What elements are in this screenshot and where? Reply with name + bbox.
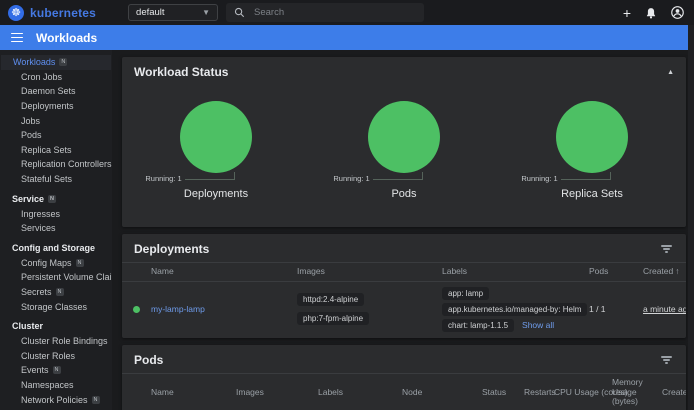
image-chip: httpd:2.4-alpine [297, 293, 364, 306]
replica-sets-pie [556, 101, 628, 173]
sidebar-section-cluster: Cluster [0, 319, 112, 334]
deployments-card-title: Deployments [134, 242, 209, 256]
col-memory-usage[interactable]: Memory Usage (bytes) [612, 378, 662, 407]
col-images[interactable]: Images [297, 267, 442, 277]
collapse-caret-icon[interactable]: ▲ [667, 69, 674, 76]
sidebar-item-cron-jobs[interactable]: Cron Jobs [0, 70, 112, 85]
kubernetes-logo-icon[interactable]: ☸ [8, 5, 24, 21]
page-toolbar: Workloads [0, 25, 688, 50]
sidebar-item-network-policies[interactable]: Network Policies N [0, 392, 112, 407]
main-content: Workload Status ▲ Running: 1 Deployments… [112, 50, 694, 410]
sidebar-item-ingresses[interactable]: Ingresses [0, 206, 112, 221]
col-pods[interactable]: Pods [589, 267, 643, 277]
sidebar-item-replication-controllers[interactable]: Replication Controllers [0, 157, 112, 172]
workload-status-card: Workload Status ▲ Running: 1 Deployments… [122, 57, 686, 227]
sidebar-section-config-and-storage: Config and Storage [0, 241, 112, 256]
pods-chart-title: Pods [391, 188, 416, 200]
col-created[interactable]: Created↑ [643, 267, 686, 277]
deployments-pie [180, 101, 252, 173]
menu-hamburger-icon[interactable] [11, 33, 23, 43]
namespaced-badge: N [53, 366, 61, 374]
col-status[interactable]: Status [482, 388, 524, 398]
label-chip: app: lamp [442, 287, 489, 300]
created-timestamp: a minute ago [643, 304, 686, 314]
top-app-bar: ☸ kubernetes default ▼ + [0, 0, 694, 25]
namespaced-badge: N [56, 288, 64, 296]
sidebar-item-config-maps[interactable]: Config Maps N [0, 256, 112, 271]
create-resource-plus-icon[interactable]: + [623, 8, 631, 18]
pods-pie-chart: Running: 1 Pods [310, 101, 498, 200]
pods-pie [368, 101, 440, 173]
deployments-chart-title: Deployments [184, 188, 248, 200]
replica-sets-chart-title: Replica Sets [561, 188, 623, 200]
page-title: Workloads [36, 31, 97, 45]
col-cpu-usage[interactable]: CPU Usage (cores) [554, 388, 612, 398]
connector-line [561, 172, 611, 180]
connector-line [185, 172, 235, 180]
search-bar[interactable] [226, 3, 424, 22]
deployments-status-label: Running: 1 [145, 174, 181, 183]
replica-sets-pie-chart: Running: 1 Replica Sets [498, 101, 686, 200]
sidebar-item-cluster-role-bindings[interactable]: Cluster Role Bindings [0, 334, 112, 349]
col-created[interactable]: Created↑ [662, 388, 686, 398]
show-all-link[interactable]: Show all [522, 320, 554, 330]
col-node[interactable]: Node [402, 388, 482, 398]
sidebar-item-deployments[interactable]: Deployments [0, 99, 112, 114]
sort-ascending-icon: ↑ [675, 266, 679, 276]
label-chip: chart: lamp-1.1.5 [442, 319, 514, 332]
filter-icon[interactable] [659, 354, 674, 366]
sidebar-item-secrets[interactable]: Secrets N [0, 285, 112, 300]
namespaced-badge: N [92, 396, 100, 404]
label-chip: app.kubernetes.io/managed-by: Helm [442, 303, 587, 316]
sidebar-item-storage-classes[interactable]: Storage Classes [0, 299, 112, 314]
page-scrollbar[interactable] [688, 25, 694, 410]
notifications-bell-icon[interactable] [645, 7, 657, 19]
namespaced-badge: N [59, 58, 67, 66]
sidebar-item-daemon-sets[interactable]: Daemon Sets [0, 84, 112, 99]
namespace-selector[interactable]: default ▼ [128, 4, 218, 21]
replica-sets-status-label: Running: 1 [521, 174, 557, 183]
namespaced-badge: N [48, 195, 56, 203]
image-chip: php:7-fpm-alpine [297, 312, 369, 325]
pods-table-header: Name Images Labels Node Status Restarts … [122, 373, 686, 410]
col-labels[interactable]: Labels [442, 267, 589, 277]
deployment-row[interactable]: my-lamp-lamp httpd:2.4-alpine php:7-fpm-… [122, 282, 686, 338]
sidebar-item-services[interactable]: Services [0, 221, 112, 236]
sidebar-item-stateful-sets[interactable]: Stateful Sets [0, 172, 112, 187]
search-input[interactable] [254, 7, 416, 18]
deployments-table-header: Name Images Labels Pods Created↑ [122, 262, 686, 282]
pods-card: Pods Name Images Labels Node Status Rest… [122, 345, 686, 410]
sidebar-item-replica-sets[interactable]: Replica Sets [0, 143, 112, 158]
filter-icon[interactable] [659, 243, 674, 255]
namespace-selected-value: default [136, 7, 165, 18]
sidebar-item-cluster-roles[interactable]: Cluster Roles [0, 349, 112, 364]
pods-card-title: Pods [134, 353, 163, 367]
sidebar-item-namespaces[interactable]: Namespaces [0, 378, 112, 393]
brand-title[interactable]: kubernetes [30, 6, 96, 20]
namespaced-badge: N [76, 259, 84, 267]
deployments-pie-chart: Running: 1 Deployments [122, 101, 310, 200]
col-name[interactable]: Name [151, 388, 236, 398]
col-name[interactable]: Name [151, 267, 297, 277]
user-account-icon[interactable] [671, 6, 684, 19]
pods-status-label: Running: 1 [333, 174, 369, 183]
deployment-name-link[interactable]: my-lamp-lamp [151, 304, 205, 314]
status-dot-running [133, 306, 140, 313]
col-labels[interactable]: Labels [318, 388, 402, 398]
sidebar-item-jobs[interactable]: Jobs [0, 113, 112, 128]
search-icon [234, 7, 245, 18]
sidebar-item-events[interactable]: Events N [0, 363, 112, 378]
dropdown-caret-icon: ▼ [202, 8, 210, 17]
sidebar-item-workloads[interactable]: Workloads N [1, 55, 111, 70]
workload-status-title: Workload Status [134, 65, 228, 79]
deployments-card: Deployments Name Images Labels Pods Crea… [122, 234, 686, 338]
pods-ratio: 1 / 1 [589, 304, 643, 314]
sidebar-nav: Workloads N Cron Jobs Daemon Sets Deploy… [0, 50, 112, 410]
sidebar-item-persistent-volume-claims[interactable]: Persistent Volume Claims N [0, 270, 112, 285]
connector-line [373, 172, 423, 180]
col-images[interactable]: Images [236, 388, 318, 398]
sidebar-item-service[interactable]: Service N [0, 191, 112, 206]
sidebar-item-pods[interactable]: Pods [0, 128, 112, 143]
col-restarts[interactable]: Restarts [524, 388, 554, 398]
